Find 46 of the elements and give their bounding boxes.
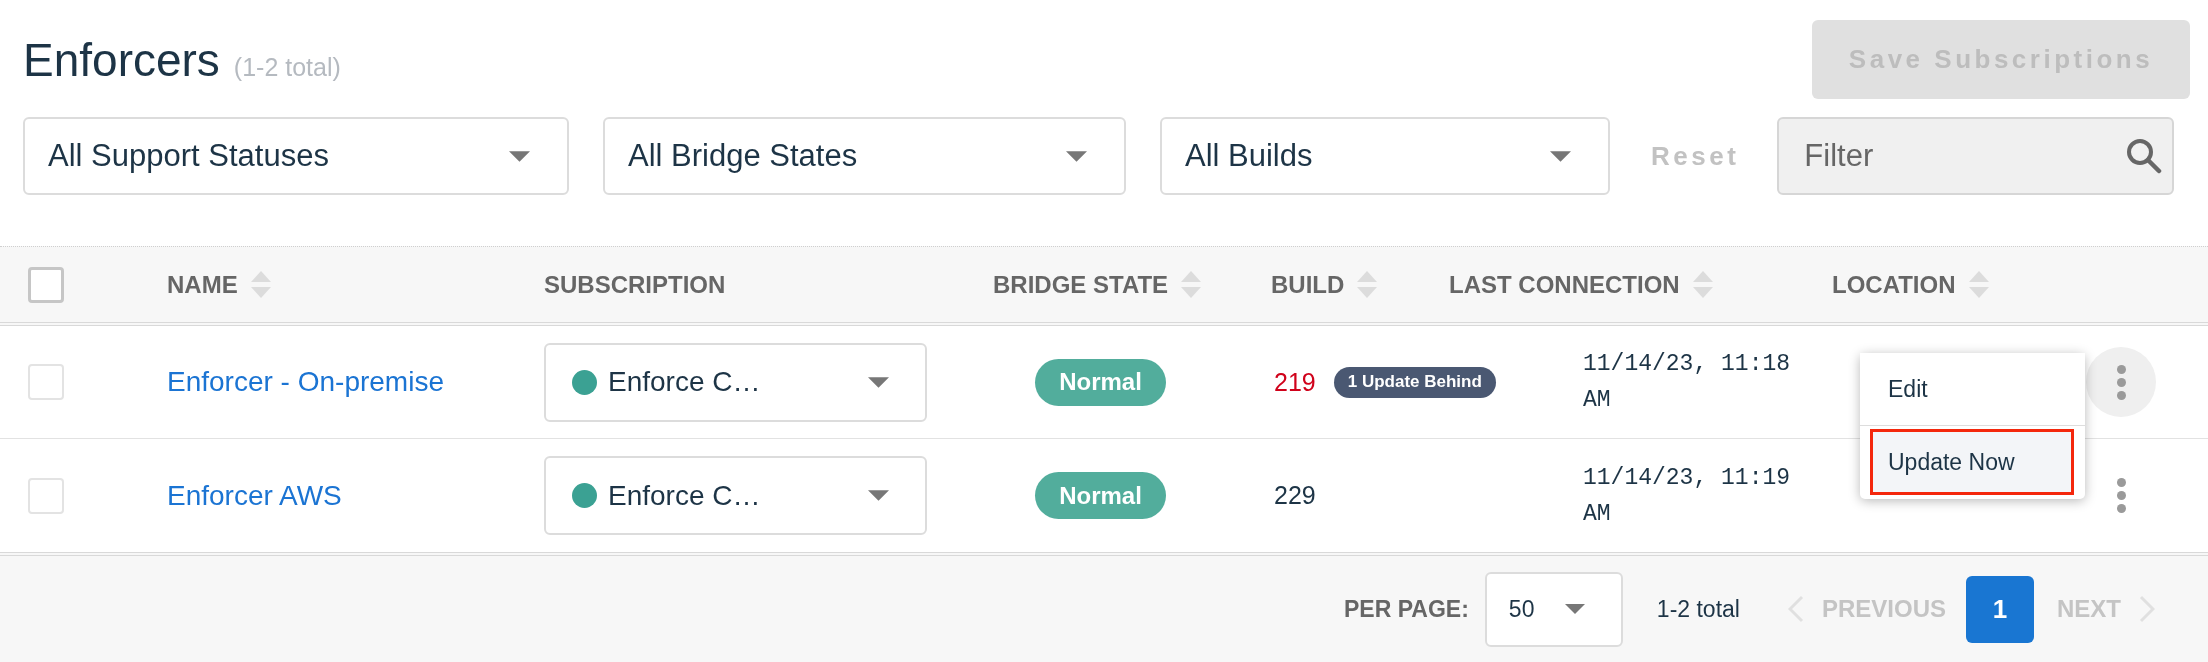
filter-search-field[interactable]: Filter <box>1777 117 2175 195</box>
caret-down-icon <box>868 490 889 501</box>
sort-icon <box>1181 271 1202 298</box>
select-all-checkbox[interactable] <box>28 266 64 303</box>
filter-dropdown[interactable]: All Bridge States <box>603 117 1126 195</box>
last-connection-time: 11/14/23, 11:18 AM <box>1583 350 1792 415</box>
page-number-button[interactable]: 1 <box>1966 575 2034 643</box>
build-number: 229 <box>1274 481 1316 510</box>
filter-dropdown[interactable]: All Support Statuses <box>23 117 569 195</box>
last-connection-time: 11/14/23, 11:19 AM <box>1583 463 1792 529</box>
per-page-select[interactable]: 50 <box>1484 571 1623 647</box>
update-badge: 1 Update Behind <box>1333 366 1496 398</box>
subscription-select[interactable]: Enforce C… <box>544 342 927 422</box>
column-header[interactable]: LOCATION <box>1832 270 1989 299</box>
enforcer-name-link[interactable]: Enforcer AWS <box>167 479 342 512</box>
status-badge: Normal <box>1035 358 1166 406</box>
caret-down-icon <box>1550 150 1571 162</box>
row-checkbox[interactable] <box>28 364 64 400</box>
filter-dropdown[interactable]: All Builds <box>1160 117 1610 195</box>
total-count: (1-2 total) <box>233 52 341 82</box>
column-header[interactable]: BRIDGE STATE <box>993 270 1202 299</box>
pagination-total: 1-2 total <box>1656 595 1740 623</box>
vertical-dots-icon <box>2116 364 2126 400</box>
menu-item[interactable]: Edit <box>1860 353 2085 425</box>
sort-icon <box>250 271 271 298</box>
column-header[interactable]: NAME <box>167 270 271 299</box>
vertical-dots-icon <box>2116 478 2126 513</box>
sort-icon <box>1357 271 1378 298</box>
caret-down-icon <box>868 376 889 388</box>
enforcer-name-link[interactable]: Enforcer - On-premise <box>167 366 444 398</box>
caret-down-icon <box>509 150 530 162</box>
caret-down-icon <box>1066 150 1087 162</box>
column-header: SUBSCRIPTION <box>544 270 726 299</box>
subscription-select[interactable]: Enforce C… <box>544 456 927 535</box>
page-title: Enforcers <box>23 32 220 87</box>
sort-icon <box>1692 271 1713 298</box>
menu-item[interactable]: Update Now <box>1870 429 2074 495</box>
sort-icon <box>1968 271 1989 298</box>
row-checkbox[interactable] <box>28 477 64 514</box>
caret-down-icon <box>1564 604 1585 614</box>
column-header[interactable]: BUILD <box>1271 270 1378 299</box>
column-header[interactable]: LAST CONNECTION <box>1449 270 1713 299</box>
per-page-label: PER PAGE: <box>1344 595 1469 623</box>
status-badge: Normal <box>1035 472 1166 519</box>
search-icon <box>2126 138 2163 174</box>
build-number: 219 <box>1274 367 1316 397</box>
